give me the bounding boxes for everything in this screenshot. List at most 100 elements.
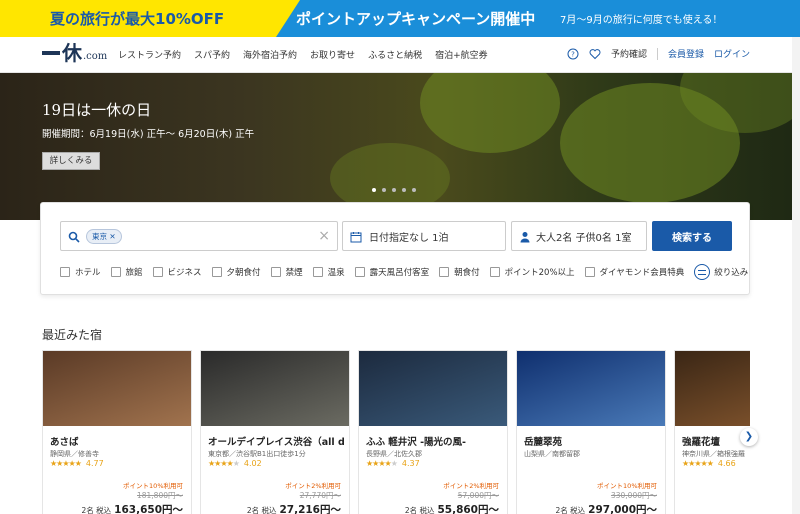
hotel-photo[interactable] [201,351,349,426]
hotel-name[interactable]: あさば [50,434,186,448]
carousel-dot[interactable] [402,188,406,192]
checkbox[interactable] [152,267,163,277]
site-logo[interactable]: 休 .com [42,42,107,64]
clear-icon[interactable]: × [318,228,330,244]
hotel-rating: ★★★★★ 4.37 [366,459,420,468]
price-value: 163,650円〜 [114,504,183,514]
rating-stars: ★★★★★ [366,459,398,468]
checkbox[interactable] [312,267,323,277]
original-price: 330,000円〜 [610,491,657,500]
filter-two-meals[interactable]: 夕朝食付 [211,266,261,278]
carousel-dot[interactable] [382,188,386,192]
price-label: 2名 税込 [246,506,277,514]
hero-title: 19日は一休の日 [42,101,152,119]
filter-row: ホテル 旅館 ビジネス 夕朝食付 禁煙 温泉 露天風呂付客室 朝食付 ポイント2… [60,264,748,280]
filter-open-air-bath[interactable]: 露天風呂付客室 [354,266,429,278]
filter-diamond[interactable]: ダイヤモンド会員特典 [584,266,685,278]
original-price: 57,000円〜 [457,491,499,500]
hero-details-button[interactable]: 詳しくみる [42,152,100,170]
checkbox[interactable] [584,267,595,277]
promo-campaign-text: ポイントアップキャンペーン開催中 [296,10,536,28]
carousel-dots [372,188,416,192]
login-link[interactable]: ログイン [714,47,750,60]
hotel-photo[interactable] [43,351,191,426]
filter-breakfast[interactable]: 朝食付 [439,266,480,278]
checkbox[interactable] [270,267,281,277]
checkbox[interactable] [354,267,365,277]
area-chip-label: 東京 [92,232,107,241]
filter-points-20[interactable]: ポイント20%以上 [489,266,575,278]
hotel-card[interactable]: 強羅花壇 神奈川県／箱根強羅 ★★★★★ 4.66 [674,350,750,514]
price-value: 27,216円〜 [279,504,341,514]
register-link[interactable]: 会員登録 [668,47,704,60]
point-badge: ポイント2%利用可 [443,482,499,490]
filter-settings-icon [694,264,711,280]
promo-main-text: 夏の旅行が最大10%OFF [50,10,225,28]
point-badge: ポイント2%利用可 [285,482,341,490]
people-field[interactable]: 大人2名 子供0名 1室 [511,221,647,251]
nav-hotel-flight[interactable]: 宿泊+航空券 [435,48,488,61]
people-value: 大人2名 子供0名 1室 [536,232,632,244]
date-field[interactable]: 日付指定なし 1泊 [342,221,506,251]
recent-cards: あさば 静岡県／修善寺 ★★★★★ 4.77 ポイント10%利用可 181,800… [42,350,750,514]
filter-onsen[interactable]: 温泉 [312,266,345,278]
carousel-dot[interactable] [392,188,396,192]
chevron-right-icon: ❯ [744,431,754,442]
heart-icon[interactable] [589,48,601,60]
hero-foliage [420,73,560,153]
carousel-dot[interactable] [412,188,416,192]
price-label: 2名 税込 [81,506,112,514]
rating-stars: ★★★★★ [682,459,714,468]
main-nav: レストラン予約 スパ予約 海外宿泊予約 お取り寄せ ふるさと納税 宿泊+航空券 [118,48,488,61]
reservation-link[interactable]: 予約確認 [611,47,647,60]
date-value: 日付指定なし 1泊 [369,232,449,244]
hotel-rating: ★★★★★ 4.66 [682,459,736,468]
nav-restaurant[interactable]: レストラン予約 [118,48,181,61]
hotel-card[interactable]: オールデイプレイス渋谷（all d… 東京都／渋谷駅B1出口徒歩1分 ★★★★★… [200,350,350,514]
area-chip[interactable]: 東京 ✕ [86,229,122,244]
filter-label: 禁煙 [285,268,303,278]
hero-banner[interactable]: 19日は一休の日 開催期間：6月19日(水) 正午〜 6月20日(木) 正午 詳… [0,73,800,220]
nav-spa[interactable]: スパ予約 [194,48,230,61]
logo-kanji: 休 [62,41,82,65]
hotel-card[interactable]: あさば 静岡県／修善寺 ★★★★★ 4.77 ポイント10%利用可 181,800… [42,350,192,514]
search-button[interactable]: 検索する [652,221,732,251]
chip-close-icon[interactable]: ✕ [109,232,115,241]
hotel-name[interactable]: ふふ 軽井沢 -陽光の風- [366,434,502,448]
rating-value: 4.66 [717,459,736,468]
page-scrollbar[interactable] [792,37,800,514]
filter-hotel[interactable]: ホテル [60,266,101,278]
promo-banner[interactable]: 夏の旅行が最大10%OFF ポイントアップキャンペーン開催中 7月〜9月の旅行に… [0,0,800,37]
filter-label: ダイヤモンド会員特典 [599,268,685,278]
filter-non-smoking[interactable]: 禁煙 [270,266,303,278]
nav-furusato[interactable]: ふるさと納税 [368,48,422,61]
nav-overseas[interactable]: 海外宿泊予約 [243,48,297,61]
help-icon[interactable]: ? [567,48,579,60]
area-input[interactable]: 東京 ✕ × [60,221,338,251]
checkbox[interactable] [489,267,500,277]
filter-label: 朝食付 [454,268,480,278]
person-icon [520,232,530,243]
hotel-location: 山梨県／南都留郡 [524,450,580,458]
checkbox[interactable] [211,267,222,277]
carousel-dot[interactable] [372,188,376,192]
hotel-card[interactable]: 岳麓翠苑 山梨県／南都留郡 ポイント10%利用可 330,000円〜 2名 税込… [516,350,666,514]
narrow-button[interactable]: 絞り込み [694,264,748,280]
price-value: 297,000円〜 [588,504,657,514]
hotel-photo[interactable] [675,351,750,426]
rating-value: 4.77 [85,459,104,468]
hotel-name[interactable]: オールデイプレイス渋谷（all d… [208,434,344,448]
hotel-photo[interactable] [517,351,665,426]
hotel-name[interactable]: 岳麓翠苑 [524,434,660,448]
checkbox[interactable] [110,267,121,277]
carousel-next-button[interactable]: ❯ [740,428,758,446]
filter-label: 旅館 [125,268,143,278]
checkbox[interactable] [439,267,450,277]
checkbox[interactable] [60,267,70,277]
hotel-photo[interactable] [359,351,507,426]
filter-ryokan[interactable]: 旅館 [110,266,143,278]
rating-value: 4.37 [401,459,420,468]
filter-business[interactable]: ビジネス [152,266,202,278]
nav-gourmet[interactable]: お取り寄せ [310,48,355,61]
hotel-card[interactable]: ふふ 軽井沢 -陽光の風- 長野県／北佐久郡 ★★★★★ 4.37 ポイント2%利… [358,350,508,514]
